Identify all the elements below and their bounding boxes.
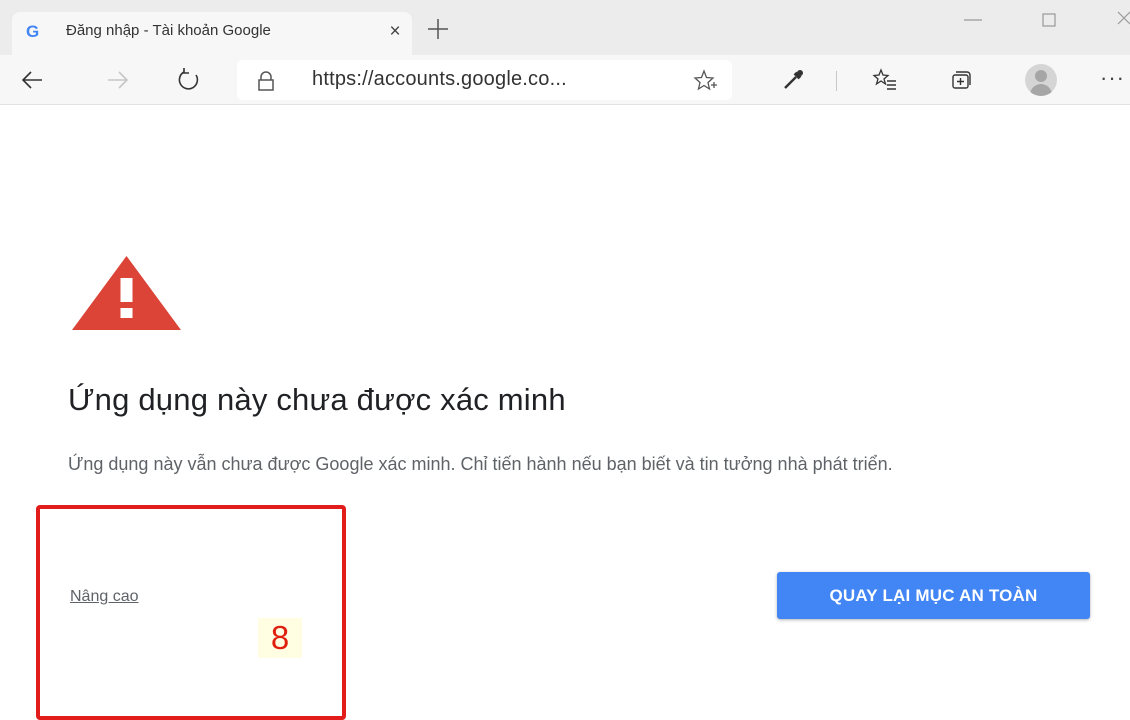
minimize-icon[interactable] xyxy=(958,6,988,36)
refresh-icon[interactable] xyxy=(174,65,204,95)
maximize-icon[interactable] xyxy=(1035,6,1065,36)
step-highlight-box xyxy=(36,505,346,720)
new-tab-plus-icon[interactable] xyxy=(425,16,451,42)
toolbar-divider xyxy=(836,71,837,91)
page-description: Ứng dụng này vẫn chưa được Google xác mi… xyxy=(68,454,893,474)
warning-triangle-icon xyxy=(70,254,183,332)
step-number-label: 8 xyxy=(258,618,302,658)
lock-icon[interactable] xyxy=(255,70,277,92)
google-favicon-icon: G xyxy=(26,22,40,41)
tab-strip: G Đăng nhập - Tài khoản Google × xyxy=(0,0,1130,55)
tab-title: Đăng nhập - Tài khoản Google xyxy=(66,22,271,39)
browser-tab[interactable]: G Đăng nhập - Tài khoản Google × xyxy=(12,12,412,55)
forward-arrow-icon xyxy=(102,65,132,95)
page-title: Ứng dụng này chưa được xác minh xyxy=(68,382,566,417)
add-favorite-star-icon[interactable] xyxy=(693,69,717,93)
tab-close-icon[interactable]: × xyxy=(384,21,406,43)
back-arrow-icon[interactable] xyxy=(18,65,48,95)
favorites-list-icon[interactable] xyxy=(870,65,900,95)
url-text[interactable]: https://accounts.google.co... xyxy=(312,68,567,91)
browser-toolbar: https://accounts.google.co... ··· xyxy=(0,55,1130,105)
eyedropper-extension-icon[interactable] xyxy=(778,65,808,95)
more-options-icon[interactable]: ··· xyxy=(1100,65,1125,91)
profile-avatar-icon[interactable] xyxy=(1025,64,1057,96)
back-to-safety-button[interactable]: QUAY LẠI MỤC AN TOÀN xyxy=(777,572,1090,619)
address-bar[interactable]: https://accounts.google.co... xyxy=(237,60,732,100)
window-close-icon[interactable] xyxy=(1112,6,1130,36)
collections-icon[interactable] xyxy=(945,65,975,95)
